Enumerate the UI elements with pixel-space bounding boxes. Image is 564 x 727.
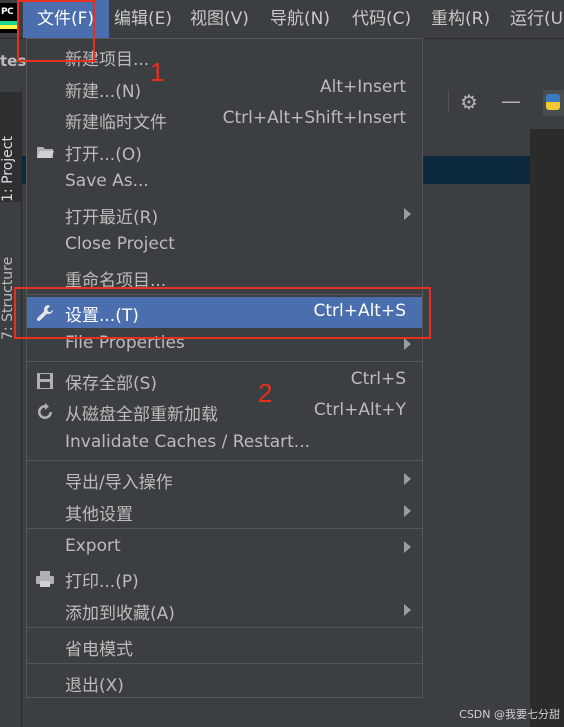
menu-item-import-export[interactable]: 导出/导入操作 [27,464,422,495]
submenu-arrow-icon [404,505,411,517]
python-file-tab-icon[interactable] [543,90,564,116]
menu-item-shortcut: Ctrl+Alt+Shift+Insert [222,108,406,128]
menu-item-label: Invalidate Caches / Restart... [65,432,311,452]
menu-separator [27,663,422,664]
menu-item-label: 从磁盘全部重新加载 [65,405,218,425]
annotation-number-1: 1 [150,57,165,87]
menu-item-reload-from-disk[interactable]: 从磁盘全部重新加载 Ctrl+Alt+Y [27,396,422,427]
submenu-arrow-icon [404,338,411,350]
editor-area [530,129,564,727]
menu-item-label: 其他设置 [65,505,133,525]
tab-project[interactable]: 1: Project [0,92,21,202]
menu-navigate[interactable]: 导航(N) [270,0,330,38]
menu-code[interactable]: 代码(C) [352,0,411,38]
watermark: CSDN @我要七分甜 [459,708,560,721]
save-icon [37,373,53,389]
menu-separator [27,460,422,461]
submenu-arrow-icon [404,473,411,485]
submenu-arrow-icon [404,541,411,553]
menu-item-label: 打开最近(R) [65,208,159,228]
submenu-arrow-icon [404,208,411,220]
menu-item-label: Close Project [65,234,175,254]
menu-item-label: 添加到收藏(A) [65,604,175,624]
tool-window-strip: 1: Project 7: Structure [0,86,22,727]
menu-run[interactable]: 运行(U [510,0,563,38]
minimize-icon[interactable]: — [501,89,521,113]
toolbar-separator [448,90,449,112]
menu-edit[interactable]: 编辑(E) [114,0,172,38]
menu-item-label: 打开...(O) [65,145,142,165]
menu-separator [27,361,422,362]
folder-icon [37,147,54,158]
menu-separator [27,627,422,628]
menu-item-print[interactable]: 打印...(P) [27,563,422,594]
menu-item-label: 新建...(N) [65,82,142,102]
menu-item-label: 省电模式 [65,640,133,660]
annotation-box-settings [14,287,431,339]
printer-icon [36,571,54,587]
menu-item-label: 保存全部(S) [65,374,158,394]
annotation-box-file-menu [17,0,95,62]
menu-item-label: 导出/导入操作 [65,473,173,493]
menu-item-shortcut: Ctrl+S [350,369,406,389]
menu-item-label: 新建临时文件 [65,113,167,133]
menu-refactor[interactable]: 重构(R) [431,0,490,38]
menu-item-label: 退出(X) [65,676,124,696]
menu-item-power-save-mode[interactable]: 省电模式 [27,631,422,662]
menu-item-label: Export [65,536,121,556]
menu-item-label: 打印...(P) [65,572,139,592]
gear-icon[interactable]: ⚙ [460,90,478,114]
menu-item-new-scratch-file[interactable]: 新建临时文件 Ctrl+Alt+Shift+Insert [27,104,422,135]
menu-view[interactable]: 视图(V) [190,0,249,38]
submenu-arrow-icon [404,604,411,616]
menu-item-shortcut: Alt+Insert [319,77,406,97]
menu-item-close-project[interactable]: Close Project [27,230,422,261]
menu-item-label: Save As... [65,171,149,191]
menu-item-add-to-favorites[interactable]: 添加到收藏(A) [27,595,422,626]
file-menu-popup: 新建项目... 新建...(N) Alt+Insert 新建临时文件 Ctrl+… [26,38,423,698]
menu-item-new[interactable]: 新建...(N) Alt+Insert [27,73,422,104]
menu-separator [27,528,422,529]
annotation-number-2: 2 [258,378,273,408]
menu-item-export[interactable]: Export [27,532,422,563]
menu-item-open-recent[interactable]: 打开最近(R) [27,199,422,230]
menu-item-other-settings[interactable]: 其他设置 [27,496,422,527]
menu-item-invalidate-caches[interactable]: Invalidate Caches / Restart... [27,428,422,459]
menu-item-open[interactable]: 打开...(O) [27,136,422,167]
menu-item-exit[interactable]: 退出(X) [27,667,422,698]
menu-item-shortcut: Ctrl+Alt+Y [313,400,406,420]
menu-item-save-as[interactable]: Save As... [27,167,422,198]
menu-item-save-all[interactable]: 保存全部(S) Ctrl+S [27,365,422,396]
refresh-icon [38,403,52,419]
